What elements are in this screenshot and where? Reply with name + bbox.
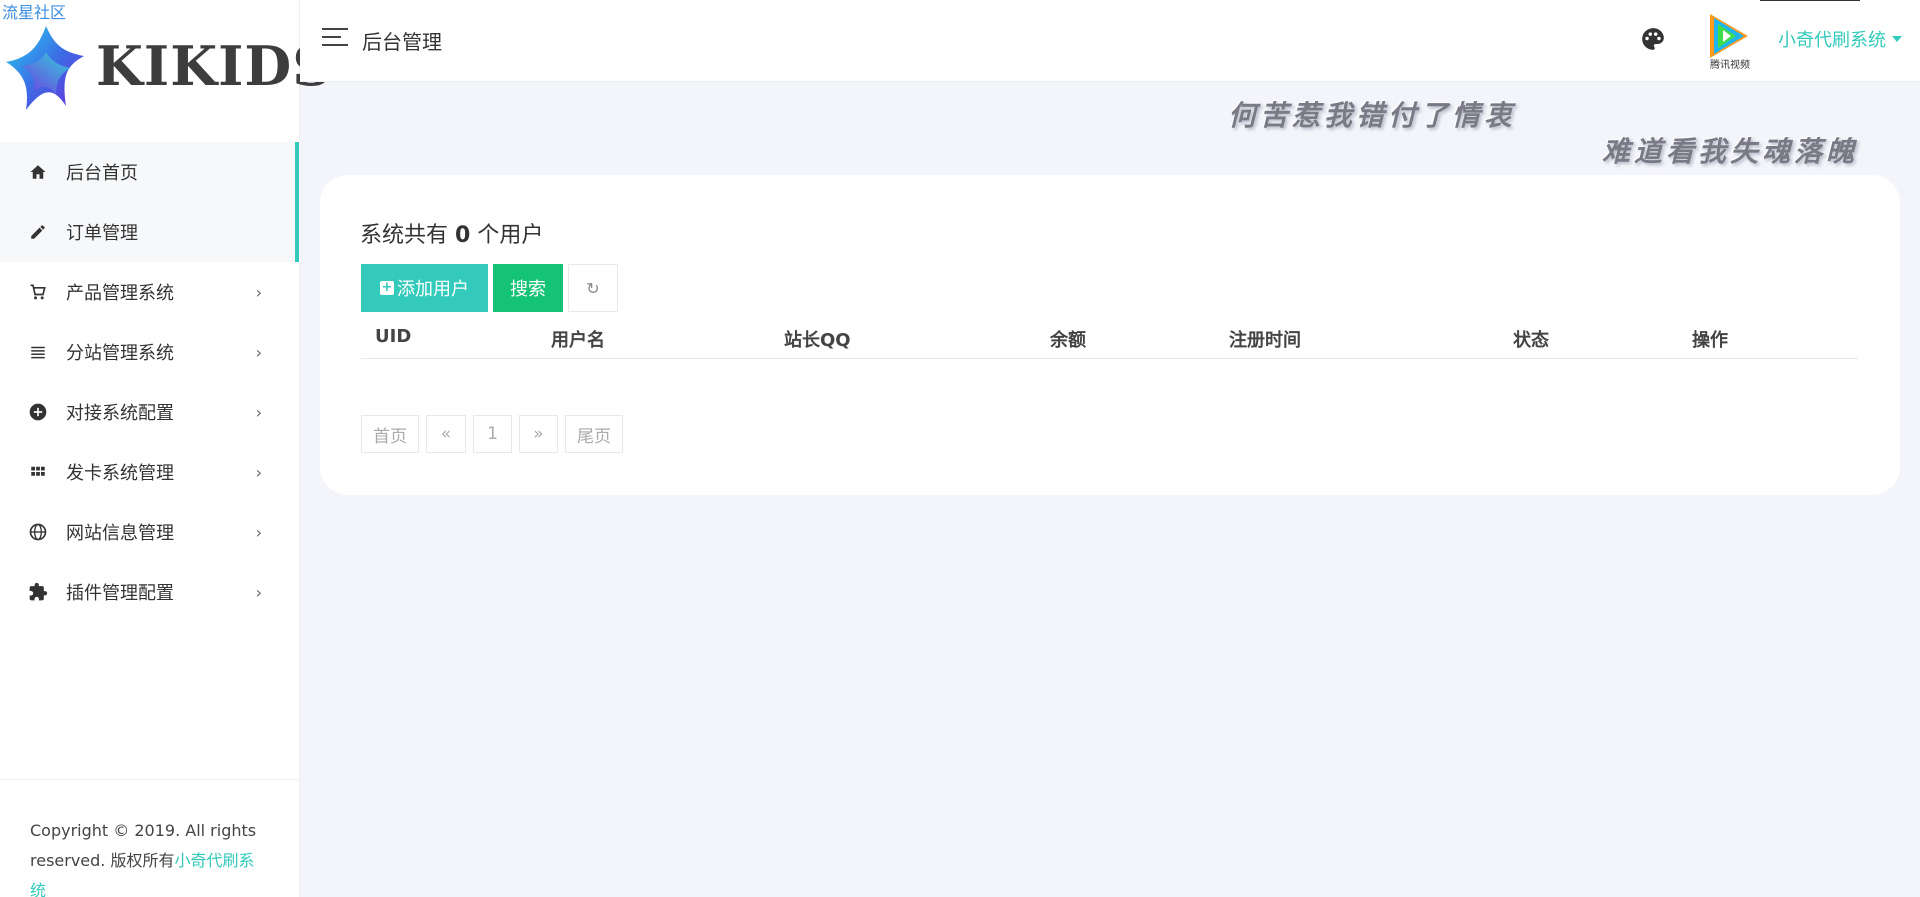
search-button[interactable]: 搜索 [493,264,563,312]
sidebar: 流星社区 KIKIDS 后台首页 订单管理 产品管理系统 › 分站管理系统 › … [0,0,331,897]
sidebar-item-integration[interactable]: 对接系统配置 › [0,382,300,442]
refresh-button[interactable]: ↻ [568,264,618,312]
chevron-right-icon: › [255,522,262,542]
user-menu[interactable]: 小奇代刷系统 [1778,26,1886,52]
home-icon [28,162,48,182]
banner-line-1: 何苦惹我错付了情衷 [1228,99,1517,132]
sidebar-footer: Copyright © 2019. All rights reserved. 版… [0,779,300,897]
column-register-time: 注册时间 [1229,330,1301,351]
sidebar-item-substations[interactable]: 分站管理系统 › [0,322,300,382]
avatar[interactable]: 腾讯视频 [1704,8,1756,71]
sidebar-item-label: 产品管理系统 [66,283,174,304]
refresh-icon: ↻ [586,278,600,298]
chevron-right-icon: › [255,282,262,302]
column-actions: 操作 [1692,330,1728,351]
add-user-button[interactable]: + 添加用户 [361,264,488,312]
column-username: 用户名 [551,330,605,351]
pager-prev[interactable]: « [426,415,466,453]
sidebar-item-label: 发卡系统管理 [66,463,174,484]
pencil-icon [28,222,48,242]
column-balance: 余额 [1050,330,1086,351]
sidebar-item-label: 网站信息管理 [66,523,174,544]
page-title: 后台管理 [362,30,442,54]
sidebar-item-home[interactable]: 后台首页 [0,142,300,202]
menu-toggle-icon[interactable] [322,28,348,50]
logo-text: KIKIDS [96,34,333,98]
list-icon [28,342,48,362]
sidebar-item-label: 订单管理 [66,223,138,244]
video-logo-icon: 腾讯视频 [1710,14,1750,71]
sidebar-item-cards[interactable]: 发卡系统管理 › [0,442,300,502]
sidebar-item-label: 后台首页 [66,163,138,184]
divider [1760,0,1860,1]
caret-down-icon[interactable] [1892,36,1902,42]
sidebar-item-products[interactable]: 产品管理系统 › [0,262,300,322]
user-count: 0 [455,223,471,248]
sidebar-item-label: 插件管理配置 [66,583,174,604]
chevron-right-icon: › [255,342,262,362]
pager-last[interactable]: 尾页 [565,415,623,453]
grid-icon [28,462,48,482]
users-table-header: UID 用户名 站长QQ 余额 注册时间 状态 操作 [361,313,1858,359]
active-indicator [295,142,299,262]
users-card: 系统共有 0 个用户 + 添加用户 搜索 ↻ UID 用户名 站长QQ 余额 注册… [320,175,1900,495]
sidebar-item-label: 对接系统配置 [66,403,174,424]
banner-line-2: 难道看我失魂落魄 [1602,135,1859,168]
column-status: 状态 [1513,330,1549,351]
avatar-caption: 腾讯视频 [1710,58,1750,70]
chevron-right-icon: › [255,402,262,422]
pager-first[interactable]: 首页 [361,415,419,453]
sidebar-nav: 后台首页 订单管理 产品管理系统 › 分站管理系统 › 对接系统配置 › 发卡系… [0,142,300,622]
column-qq: 站长QQ [784,330,851,351]
plus-square-icon: + [380,280,394,295]
brand-link[interactable]: 流星社区 [2,0,66,23]
top-header: 后台管理 腾讯视频 小奇代刷系统 [300,0,1920,82]
sidebar-item-orders[interactable]: 订单管理 [0,202,300,262]
plus-circle-icon [28,402,48,422]
chevron-right-icon: › [255,462,262,482]
sidebar-item-plugins[interactable]: 插件管理配置 › [0,562,300,622]
sidebar-item-site-info[interactable]: 网站信息管理 › [0,502,300,562]
globe-icon [28,522,48,542]
puzzle-icon [28,582,48,602]
user-count-summary: 系统共有 0 个用户 [360,223,544,248]
logo-star-icon [6,26,84,110]
chevron-right-icon: › [255,582,262,602]
cart-icon [28,282,48,302]
column-uid: UID [375,326,412,347]
pager-next[interactable]: » [519,415,558,453]
sidebar-item-label: 分站管理系统 [66,343,174,364]
pager-current[interactable]: 1 [473,415,512,453]
palette-icon[interactable] [1640,26,1666,52]
